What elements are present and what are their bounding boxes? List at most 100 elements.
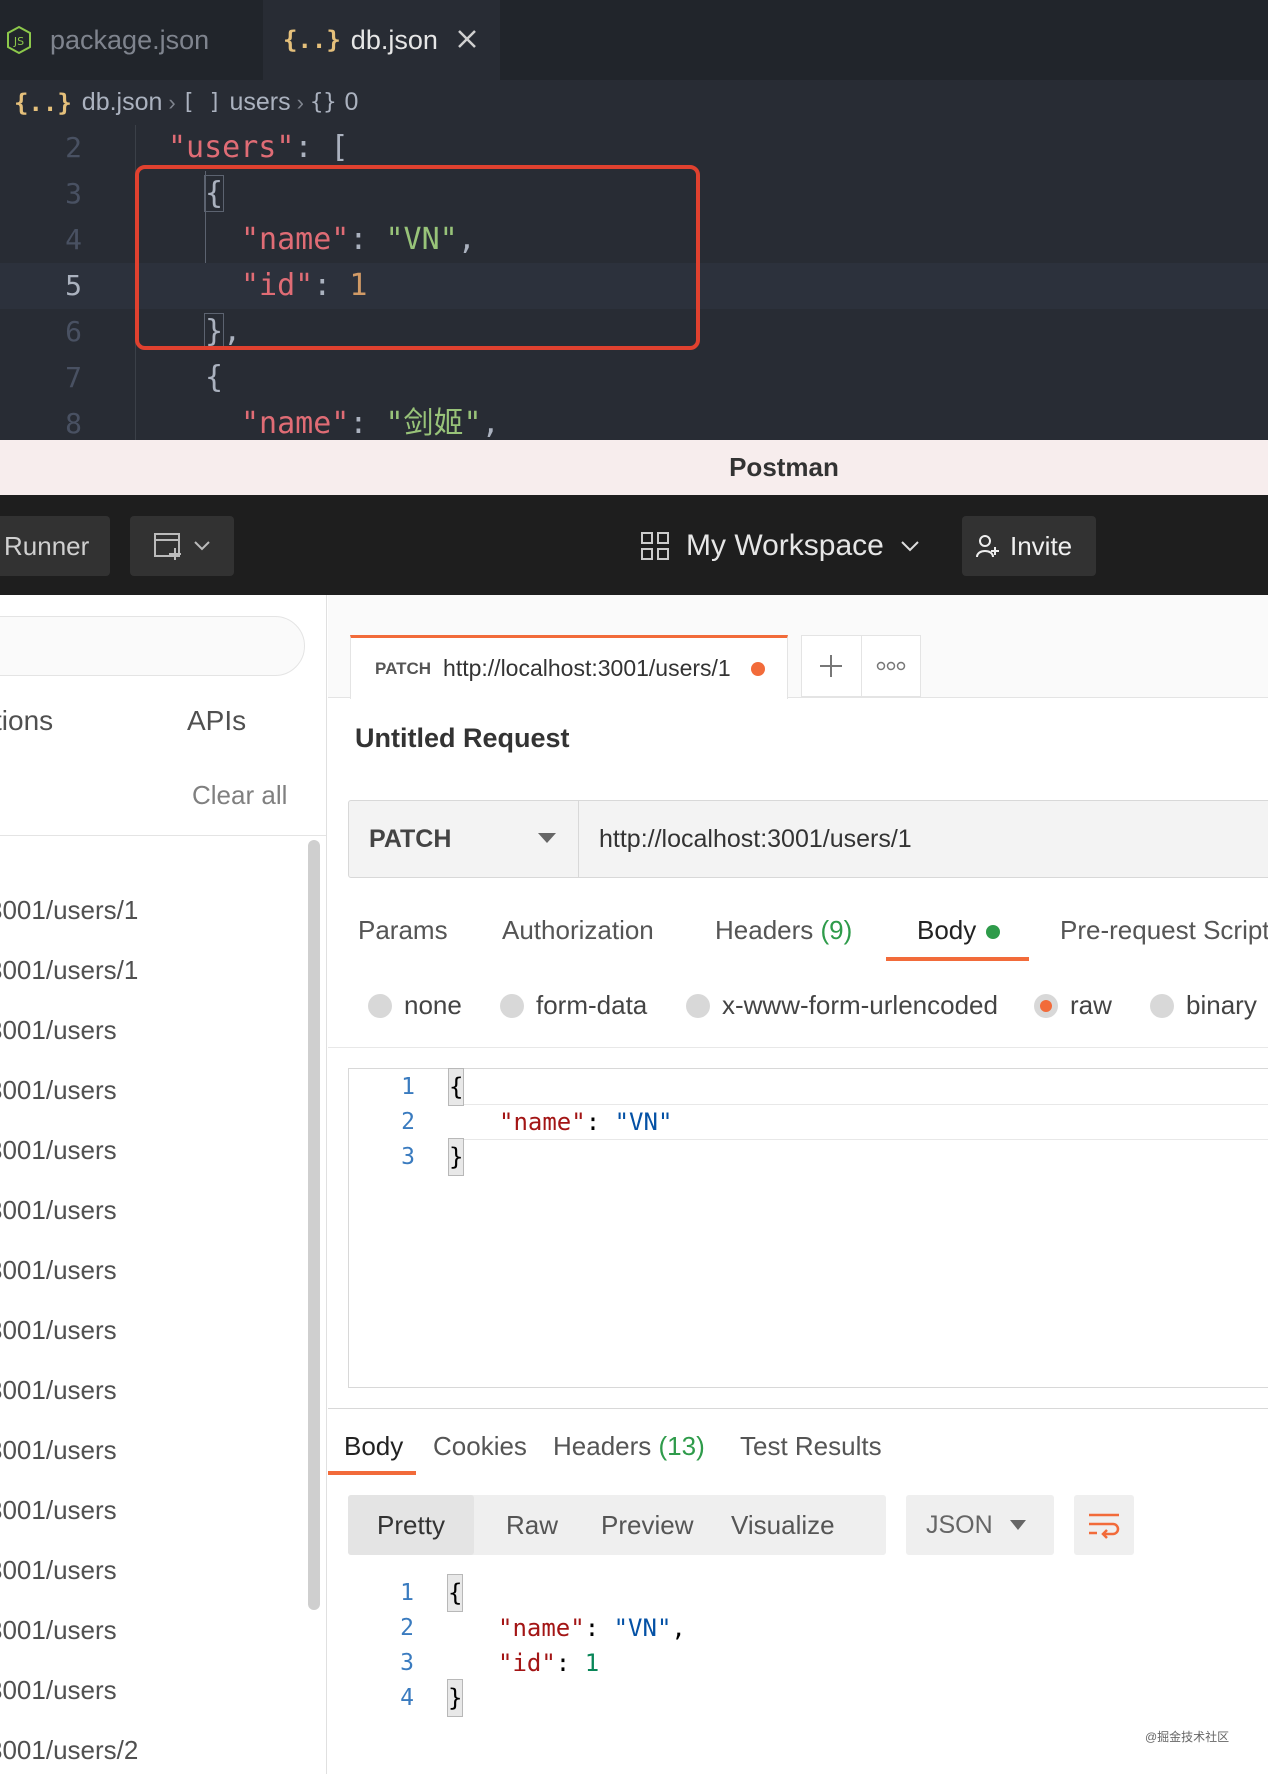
tab-prerequest-script[interactable]: Pre-request Script bbox=[1060, 915, 1268, 946]
line-number: 3 bbox=[65, 177, 82, 210]
add-user-icon bbox=[976, 535, 999, 558]
clear-all-button[interactable]: Clear all bbox=[192, 780, 287, 811]
sidebar-tab-collections[interactable]: tions bbox=[0, 705, 53, 737]
json-number: 1 bbox=[584, 1649, 600, 1677]
body-type-radios: none form-data x-www-form-urlencoded raw… bbox=[328, 990, 1268, 1040]
request-tab-method: PATCH bbox=[375, 658, 432, 678]
request-subtabs: Params Authorization Headers (9) Body Pr… bbox=[328, 895, 1268, 965]
chevron-down-icon bbox=[194, 541, 210, 551]
more-tabs-button[interactable] bbox=[860, 636, 921, 696]
wrap-lines-button[interactable] bbox=[1074, 1495, 1134, 1555]
resp-tab-body[interactable]: Body bbox=[344, 1431, 403, 1462]
history-item[interactable]: 3001/users bbox=[0, 1615, 310, 1675]
history-item[interactable]: 3001/users/1 bbox=[0, 955, 310, 1015]
history-item[interactable]: 3001/users bbox=[0, 1135, 310, 1195]
breadcrumb-file[interactable]: db.json bbox=[82, 88, 163, 117]
view-preview-button[interactable]: Preview bbox=[601, 1495, 693, 1555]
chevron-down-icon bbox=[901, 541, 919, 552]
history-item[interactable]: 3001/users bbox=[0, 1255, 310, 1315]
format-select[interactable]: JSON bbox=[906, 1495, 1054, 1555]
resp-tab-headers[interactable]: Headers (13) bbox=[553, 1431, 705, 1462]
vscode-editor: JS package.json {..} db.json {..} db.jso… bbox=[0, 0, 1268, 440]
sidebar-tab-apis[interactable]: APIs bbox=[187, 705, 246, 737]
code-line: 8 "name": "剑姬", bbox=[0, 401, 1268, 440]
resp-tab-test-results[interactable]: Test Results bbox=[740, 1431, 882, 1462]
history-item[interactable]: 3001/users/1 bbox=[0, 895, 310, 955]
history-item[interactable]: 3001/users bbox=[0, 1495, 310, 1555]
editor-line: 1 { bbox=[349, 1068, 1268, 1106]
history-item[interactable]: 3001/users bbox=[0, 1555, 310, 1615]
radio-raw[interactable]: raw bbox=[1034, 990, 1112, 1021]
new-window-button[interactable] bbox=[130, 516, 234, 576]
close-icon[interactable] bbox=[454, 26, 480, 52]
breadcrumb-users[interactable]: users bbox=[230, 88, 291, 117]
annotation-highlight-box bbox=[135, 165, 700, 350]
divider bbox=[0, 835, 326, 836]
url-input[interactable]: http://localhost:3001/users/1 bbox=[579, 801, 1268, 877]
svg-text:JS: JS bbox=[13, 35, 24, 48]
history-item[interactable]: 3001/users bbox=[0, 1015, 310, 1075]
invite-button[interactable]: Invite bbox=[962, 516, 1096, 576]
radio-label: x-www-form-urlencoded bbox=[722, 990, 998, 1020]
history-item[interactable]: 3001/users bbox=[0, 1675, 310, 1735]
search-input[interactable] bbox=[0, 616, 305, 676]
request-body-editor[interactable]: 1 { 2 "name": "VN" 3 } bbox=[348, 1068, 1268, 1388]
breadcrumb-index[interactable]: 0 bbox=[344, 88, 358, 117]
tab-label: db.json bbox=[350, 24, 438, 55]
history-item[interactable]: 3001/users/2 bbox=[0, 1735, 310, 1774]
tab-package-json[interactable]: JS package.json bbox=[0, 0, 263, 80]
history-item[interactable]: 3001/users bbox=[0, 1075, 310, 1135]
postman-header: Runner My Workspace Invite bbox=[0, 495, 1268, 595]
radio-label: form-data bbox=[536, 990, 648, 1020]
history-item[interactable]: 3001/users bbox=[0, 1195, 310, 1255]
history-item[interactable]: 3001/users bbox=[0, 1435, 310, 1495]
resp-tab-cookies[interactable]: Cookies bbox=[433, 1431, 527, 1462]
line-number: 3 bbox=[400, 1650, 414, 1676]
radio-form-data[interactable]: form-data bbox=[500, 990, 647, 1021]
response-body-viewer[interactable]: 1 { 2 "name": "VN", 3 "id": 1 4 } bbox=[348, 1574, 1268, 1735]
line-number: 3 bbox=[401, 1144, 415, 1170]
view-visualize-button[interactable]: Visualize bbox=[731, 1495, 835, 1555]
watermark: @掘金技术社区 bbox=[1145, 1730, 1230, 1744]
editor-line: 2 "name": "VN" bbox=[349, 1104, 1268, 1140]
window-titlebar: Postman bbox=[0, 440, 1268, 495]
json-key: "users" bbox=[168, 130, 295, 165]
runner-button[interactable]: Runner bbox=[0, 516, 110, 576]
json-string: "VN" bbox=[613, 1614, 672, 1642]
active-tab-indicator bbox=[886, 957, 1029, 961]
active-tab-indicator bbox=[328, 1471, 416, 1475]
tab-headers[interactable]: Headers (9) bbox=[715, 915, 852, 946]
url-bar: PATCH http://localhost:3001/users/1 bbox=[348, 800, 1268, 878]
line-number: 7 bbox=[65, 361, 82, 394]
line-number: 4 bbox=[65, 223, 82, 256]
history-item[interactable]: 3001/users bbox=[0, 1315, 310, 1375]
chevron-right-icon: › bbox=[168, 89, 176, 115]
line-number: 1 bbox=[400, 1580, 414, 1606]
scrollbar[interactable] bbox=[308, 840, 320, 1610]
radio-icon bbox=[1150, 993, 1174, 1018]
new-tab-button[interactable] bbox=[802, 636, 861, 696]
json-braces-icon: {..} bbox=[14, 88, 72, 117]
radio-none[interactable]: none bbox=[368, 990, 462, 1021]
tab-authorization[interactable]: Authorization bbox=[502, 915, 654, 946]
array-icon: [ ] bbox=[181, 90, 222, 115]
radio-binary[interactable]: binary bbox=[1150, 990, 1257, 1021]
view-raw-button[interactable]: Raw bbox=[506, 1495, 558, 1555]
history-item[interactable]: 3001/users bbox=[0, 1375, 310, 1435]
caret-down-icon bbox=[1010, 1520, 1026, 1530]
view-pretty-button[interactable]: Pretty bbox=[348, 1495, 474, 1555]
tab-db-json[interactable]: {..} db.json bbox=[263, 0, 500, 80]
request-title[interactable]: Untitled Request bbox=[355, 723, 570, 754]
sidebar: tions APIs Clear all 3001/users/13001/us… bbox=[0, 595, 327, 1774]
grid-icon bbox=[641, 532, 669, 560]
radio-urlencoded[interactable]: x-www-form-urlencoded bbox=[686, 990, 998, 1021]
tab-body[interactable]: Body bbox=[917, 915, 1001, 946]
line-number: 6 bbox=[65, 315, 82, 348]
json-braces-icon: {..} bbox=[283, 26, 341, 54]
radio-label: raw bbox=[1070, 990, 1112, 1020]
tab-params[interactable]: Params bbox=[358, 915, 448, 946]
method-select[interactable]: PATCH bbox=[349, 801, 579, 877]
response-tabs: Body Cookies Headers (13) Test Results bbox=[328, 1413, 1268, 1473]
request-tab[interactable]: PATCH http://localhost:3001/users/1 bbox=[350, 635, 788, 699]
workspace-selector[interactable]: My Workspace bbox=[640, 516, 920, 576]
